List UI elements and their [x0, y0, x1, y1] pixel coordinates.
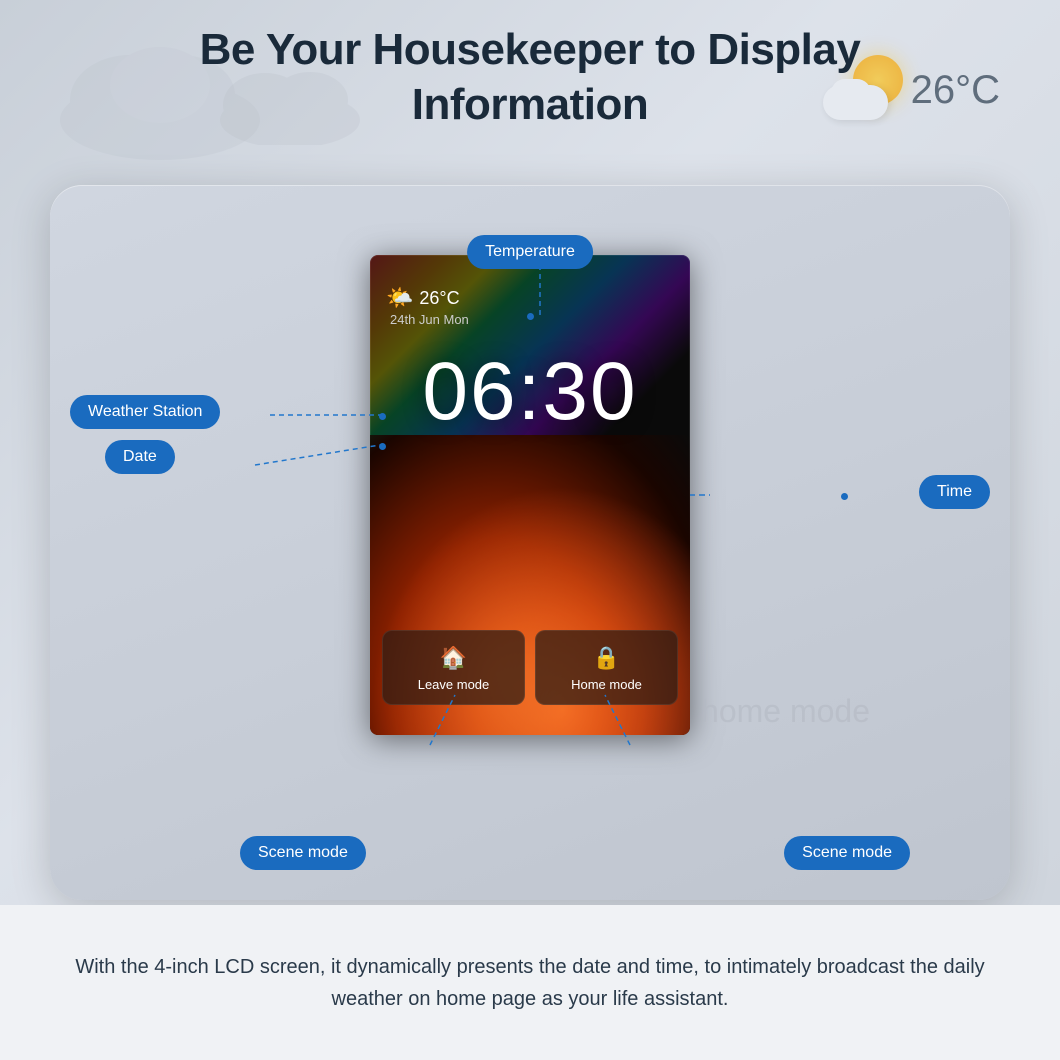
description-text: With the 4-inch LCD screen, it dynamical… — [60, 951, 1000, 1015]
home-mode-label: Home mode — [571, 677, 642, 692]
annotation-date: Date — [105, 440, 175, 474]
screen-modes-container: 🏠 Leave mode 🔒 Home mode — [382, 630, 678, 705]
description-section: With the 4-inch LCD screen, it dynamical… — [0, 905, 1060, 1060]
watermark-text: home mode — [701, 693, 870, 730]
annotation-weather-station: Weather Station — [70, 395, 220, 429]
device-card: 🌤️ 26°C 24th Jun Mon 06:30 🏠 Leave mode … — [50, 185, 1010, 900]
leave-mode-label: Leave mode — [418, 677, 490, 692]
home-mode-icon: 🔒 — [593, 645, 620, 671]
heading-line2: Information — [0, 77, 1060, 132]
screen-time: 06:30 — [370, 345, 690, 439]
annotation-time: Time — [919, 475, 990, 509]
home-mode-button[interactable]: 🔒 Home mode — [535, 630, 678, 705]
screen-weather-icon: 🌤️ — [386, 285, 413, 311]
annotation-scene-mode-2: Scene mode — [784, 836, 910, 870]
screen-temperature: 26°C — [419, 288, 459, 309]
screen-weather-display: 🌤️ 26°C — [386, 285, 460, 311]
device-screen: 🌤️ 26°C 24th Jun Mon 06:30 🏠 Leave mode … — [370, 255, 690, 735]
annotation-scene-mode-1: Scene mode — [240, 836, 366, 870]
page-heading: Be Your Housekeeper to Display Informati… — [0, 22, 1060, 132]
screen-date: 24th Jun Mon — [390, 312, 469, 327]
heading-line1: Be Your Housekeeper to Display — [0, 22, 1060, 77]
leave-mode-button[interactable]: 🏠 Leave mode — [382, 630, 525, 705]
annotation-temperature: Temperature — [467, 235, 593, 269]
leave-mode-icon: 🏠 — [440, 645, 467, 671]
